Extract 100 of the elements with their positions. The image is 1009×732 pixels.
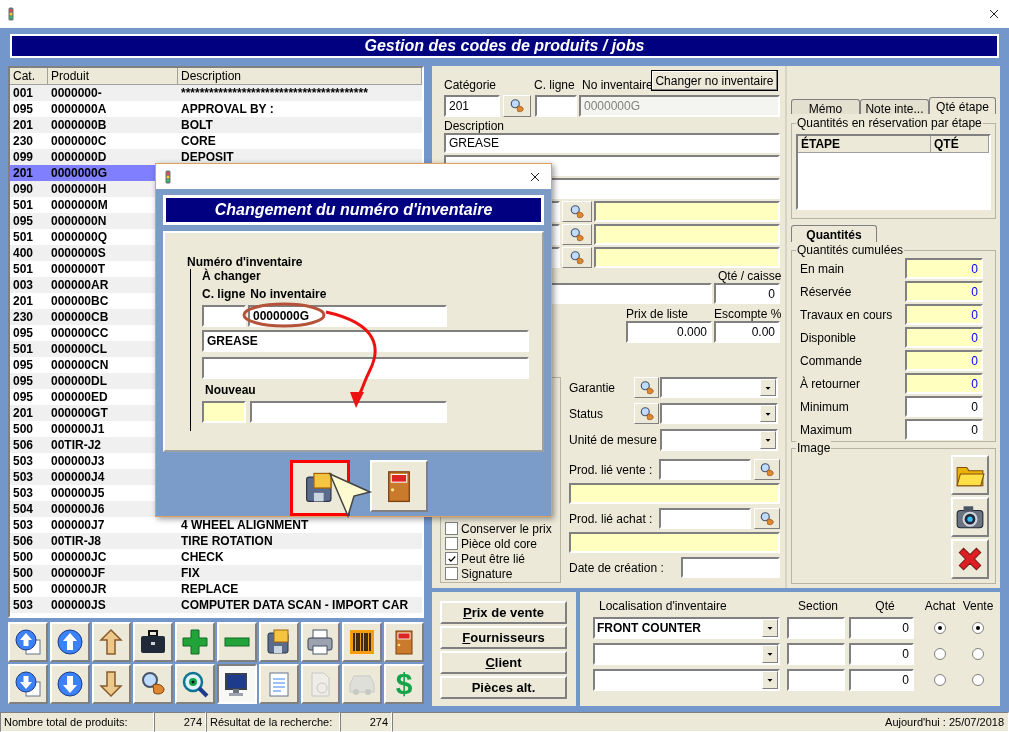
panel-button[interactable]: Client bbox=[440, 651, 567, 674]
field-label: Prod. lié achat : bbox=[569, 510, 654, 528]
column-header: Qté bbox=[874, 599, 896, 613]
dropdown[interactable] bbox=[660, 403, 778, 424]
table-row[interactable]: 500 000000JF FIX bbox=[10, 565, 422, 581]
dropdown[interactable]: FRONT COUNTER bbox=[593, 616, 780, 639]
radio-button[interactable] bbox=[972, 673, 984, 686]
column-header[interactable]: ÉTAPE bbox=[798, 136, 931, 153]
field-label: Prix de liste bbox=[626, 307, 690, 321]
search-icon bbox=[569, 249, 585, 266]
lookup-button[interactable] bbox=[634, 403, 659, 424]
quantity-field[interactable]: 0 bbox=[849, 616, 914, 639]
new-line-code-field[interactable] bbox=[202, 401, 246, 423]
line-code-field[interactable] bbox=[202, 305, 246, 327]
column-header[interactable]: Cat. bbox=[10, 68, 48, 85]
field-label: Status bbox=[569, 405, 605, 423]
lookup-button[interactable] bbox=[562, 247, 592, 268]
table-row[interactable]: 201 0000000B BOLT bbox=[10, 117, 422, 133]
text-field[interactable] bbox=[594, 201, 780, 222]
status-value: 274 bbox=[340, 712, 392, 732]
creation-date-field[interactable] bbox=[681, 557, 780, 578]
line-code-field[interactable] bbox=[535, 95, 577, 117]
new-inventory-field[interactable] bbox=[250, 401, 447, 423]
column-header: Section bbox=[797, 599, 839, 613]
text-field[interactable] bbox=[594, 224, 780, 245]
dropdown[interactable] bbox=[593, 668, 780, 691]
change-inventory-button[interactable]: Changer no inventaire bbox=[651, 70, 778, 91]
lookup-button[interactable] bbox=[754, 459, 780, 480]
radio-button[interactable] bbox=[972, 647, 984, 660]
table-row[interactable]: 099 0000000D DEPOSIT bbox=[10, 149, 422, 165]
column-header[interactable]: Description bbox=[178, 68, 422, 85]
image-button[interactable] bbox=[951, 539, 989, 579]
section-field[interactable] bbox=[787, 668, 845, 691]
discount-field[interactable]: 0.00 bbox=[714, 321, 780, 343]
quantity-field[interactable]: 0 bbox=[849, 642, 914, 665]
briefcase-icon bbox=[139, 628, 168, 656]
table-row[interactable]: 506 00TIR-J8 TIRE ROTATION bbox=[10, 533, 422, 549]
description-field[interactable]: GREASE bbox=[202, 330, 529, 352]
radio-button[interactable] bbox=[934, 621, 946, 634]
checkbox[interactable]: Conserver le prix bbox=[445, 521, 560, 536]
radio-button[interactable] bbox=[934, 673, 946, 686]
printer-icon bbox=[306, 628, 335, 656]
text-field[interactable] bbox=[569, 532, 780, 553]
down-arrow-document-icon bbox=[13, 670, 42, 698]
quantity-field[interactable]: 0 bbox=[905, 396, 983, 417]
checkbox[interactable]: Signature bbox=[445, 566, 560, 581]
panel-button[interactable]: Fournisseurs bbox=[440, 626, 567, 649]
close-icon[interactable] bbox=[987, 7, 1001, 21]
description-field[interactable]: GREASE bbox=[444, 133, 780, 153]
text-field[interactable] bbox=[202, 357, 529, 379]
checkbox[interactable]: Pièce old core bbox=[445, 536, 560, 551]
dropdown[interactable] bbox=[660, 428, 778, 451]
tab[interactable]: Qté étape bbox=[928, 97, 996, 114]
panel-button[interactable]: Prix de vente bbox=[440, 601, 567, 624]
lookup-button[interactable] bbox=[634, 377, 659, 398]
dropdown[interactable] bbox=[660, 377, 778, 398]
section-field[interactable] bbox=[787, 616, 845, 639]
lookup-button[interactable] bbox=[562, 224, 592, 245]
field-label: Commande bbox=[800, 352, 864, 370]
column-header[interactable]: Produit bbox=[48, 68, 178, 85]
quantity-field[interactable]: 0 bbox=[905, 258, 983, 279]
exit-button[interactable] bbox=[369, 460, 428, 512]
quantity-field[interactable]: 0 bbox=[905, 304, 983, 325]
cursor-icon bbox=[328, 472, 372, 519]
table-row[interactable]: 001 0000000- **************************************** bbox=[10, 85, 422, 101]
dropdown[interactable] bbox=[593, 642, 780, 665]
quantity-field[interactable]: 0 bbox=[905, 419, 983, 440]
linked-sale-field[interactable] bbox=[658, 459, 752, 480]
plus-icon bbox=[181, 628, 210, 656]
toolbar-button[interactable] bbox=[217, 664, 257, 704]
image-button[interactable] bbox=[951, 497, 989, 537]
tab[interactable]: Quantités bbox=[791, 225, 877, 242]
section-field[interactable] bbox=[787, 642, 845, 665]
text-field[interactable] bbox=[594, 247, 780, 268]
category-field[interactable]: 201 bbox=[444, 95, 500, 117]
column-header[interactable]: QTÉ bbox=[931, 136, 989, 153]
radio-button[interactable] bbox=[972, 621, 984, 634]
quantity-field[interactable]: 0 bbox=[905, 281, 983, 302]
quantity-field[interactable]: 0 bbox=[905, 373, 983, 394]
quantity-field[interactable]: 0 bbox=[849, 668, 914, 691]
linked-purchase-field[interactable] bbox=[658, 508, 752, 529]
table-row[interactable]: 503 000000JS COMPUTER DATA SCAN - IMPORT CAR bbox=[10, 597, 422, 613]
lookup-button[interactable] bbox=[754, 508, 780, 529]
field-label: Date de création : bbox=[569, 559, 665, 577]
field-label: Catégorie bbox=[444, 77, 498, 94]
app-title: Gestion des codes de produits / jobs bbox=[10, 34, 999, 58]
group-title: Quantités en réservation par étape bbox=[796, 116, 983, 130]
quantity-field[interactable]: 0 bbox=[905, 350, 983, 371]
lookup-button[interactable] bbox=[503, 95, 531, 117]
checkbox[interactable]: Peut être lié bbox=[445, 551, 560, 566]
tab[interactable]: Note inte... bbox=[860, 99, 929, 114]
lookup-button[interactable] bbox=[562, 201, 592, 222]
list-price-field[interactable]: 0.000 bbox=[626, 321, 712, 343]
text-field[interactable] bbox=[569, 483, 780, 504]
radio-button[interactable] bbox=[934, 647, 946, 660]
qty-per-case-field[interactable]: 0 bbox=[714, 283, 780, 304]
field-label: Minimum bbox=[800, 398, 850, 416]
quantity-field[interactable]: 0 bbox=[905, 327, 983, 348]
panel-button[interactable]: Pièces alt. bbox=[440, 676, 567, 699]
tab[interactable]: Mémo bbox=[791, 99, 860, 114]
